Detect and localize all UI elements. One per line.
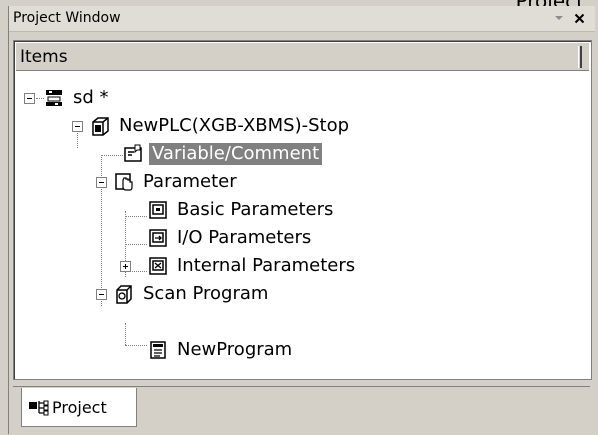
tree-connector	[101, 155, 123, 156]
project-root-icon	[44, 88, 64, 108]
project-tree-panel[interactable]: Items sd * NewPLC(XGB-XBMS)-Stop Variabl…	[13, 40, 592, 380]
tree-connector	[36, 98, 44, 99]
expand-toggle-plc[interactable]	[72, 121, 83, 132]
tree-node-new-program[interactable]: NewProgram	[148, 337, 295, 363]
plc-icon	[90, 116, 110, 136]
tab-strip-divider	[13, 386, 590, 387]
tree-connector	[125, 216, 147, 217]
expand-toggle-internal-parameters[interactable]	[120, 261, 131, 272]
project-window: Project Window Items sd * NewPLC(XGB-XBM…	[8, 6, 595, 434]
internal-parameters-icon	[148, 256, 168, 276]
tree-node-io-parameters[interactable]: I/O Parameters	[148, 225, 314, 251]
tree-node-label: Variable/Comment	[149, 143, 323, 165]
tree-node-label: Internal Parameters	[177, 255, 356, 276]
basic-parameters-icon	[148, 200, 168, 220]
project-tree: sd * NewPLC(XGB-XBMS)-Stop Variable/Comm…	[14, 41, 591, 379]
tree-connector	[77, 130, 78, 148]
tree-connector	[130, 271, 147, 272]
tree-connector	[125, 323, 126, 345]
project-tab-icon	[28, 397, 49, 417]
window-tab-strip: Project	[13, 384, 590, 428]
expand-toggle-scan-program[interactable]	[96, 289, 107, 300]
tab-label: Project	[52, 397, 107, 417]
tree-node-plc[interactable]: NewPLC(XGB-XBMS)-Stop	[90, 113, 352, 139]
scan-program-icon	[114, 284, 134, 304]
tree-node-label: NewProgram	[177, 339, 293, 360]
tree-node-label: sd *	[73, 87, 109, 108]
title-bar[interactable]: Project Window	[9, 6, 595, 32]
window-title: Project Window	[13, 10, 121, 26]
tree-connector	[125, 345, 147, 346]
program-icon	[148, 340, 168, 360]
parameter-icon	[114, 172, 134, 192]
expand-toggle-root[interactable]	[24, 93, 35, 104]
tree-node-label: Scan Program	[143, 283, 269, 304]
tree-node-variable-comment[interactable]: Variable/Comment	[123, 141, 323, 167]
tree-node-parameter[interactable]: Parameter	[114, 169, 240, 195]
io-parameters-icon	[148, 228, 168, 248]
dropdown-arrow-icon[interactable]	[551, 10, 567, 26]
tree-node-label: Parameter	[143, 171, 237, 192]
tree-node-label: NewPLC(XGB-XBMS)-Stop	[119, 115, 350, 136]
tree-connector	[125, 244, 147, 245]
tree-node-root[interactable]: sd *	[44, 85, 112, 111]
variable-comment-icon	[123, 144, 143, 164]
tree-node-label: Basic Parameters	[177, 199, 334, 220]
tree-node-basic-parameters[interactable]: Basic Parameters	[148, 197, 336, 223]
tree-node-internal-parameters[interactable]: Internal Parameters	[148, 253, 358, 279]
tab-project[interactable]: Project	[21, 388, 137, 427]
tree-node-scan-program[interactable]: Scan Program	[114, 281, 271, 307]
expand-toggle-parameter[interactable]	[96, 177, 107, 188]
close-icon[interactable]	[571, 10, 587, 26]
tree-node-label: I/O Parameters	[177, 227, 312, 248]
